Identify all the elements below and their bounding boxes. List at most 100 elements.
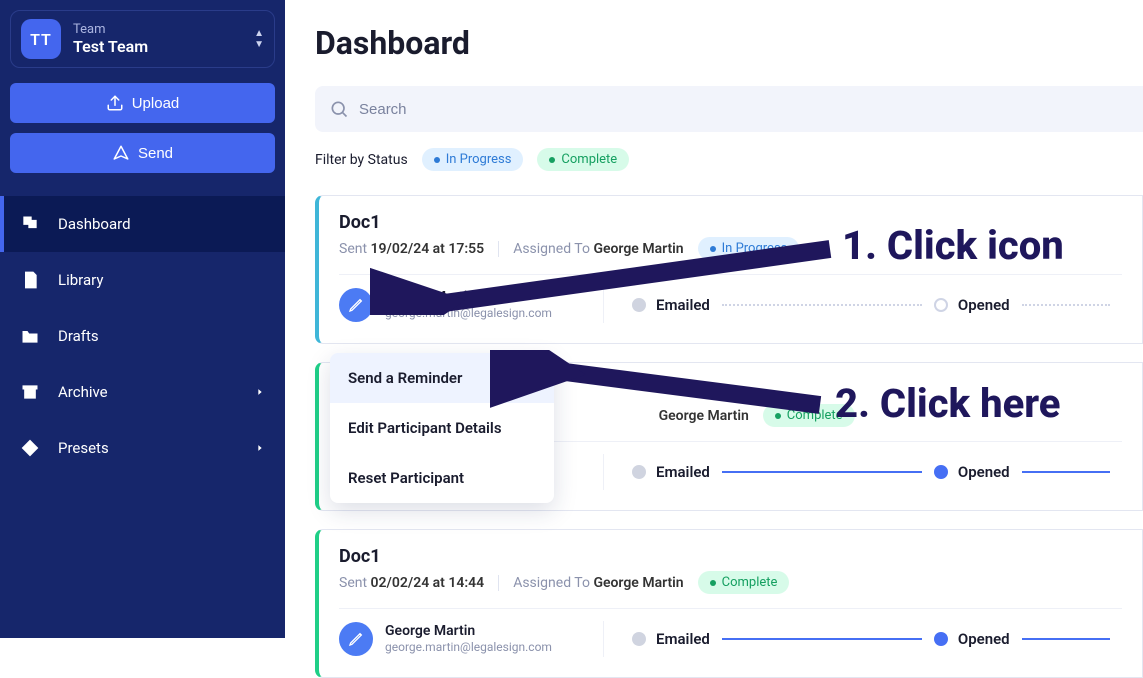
sidebar-item-library[interactable]: Library	[0, 252, 285, 308]
assigned-label: Assigned To	[513, 241, 590, 257]
separator	[603, 454, 604, 490]
upload-icon	[106, 94, 124, 112]
separator	[603, 287, 604, 323]
status-step-dot	[934, 465, 948, 479]
library-icon	[20, 270, 40, 290]
team-name: Test Team	[73, 37, 242, 56]
team-avatar: TT	[21, 19, 61, 59]
pencil-icon	[348, 631, 364, 647]
sidebar-item-label: Drafts	[58, 327, 99, 345]
status-step-dot	[934, 632, 948, 646]
status-dot-icon	[710, 580, 716, 586]
status-step-opened: Opened	[958, 630, 1010, 648]
upload-button-label: Upload	[132, 95, 180, 112]
document-meta: Sent 02/02/24 at 14:44 Assigned To Georg…	[339, 571, 1122, 594]
sidebar-item-dashboard[interactable]: Dashboard	[0, 196, 285, 252]
sent-label: Sent	[339, 575, 367, 591]
document-title: Doc1	[339, 212, 1122, 233]
participant-email: george.martin@legalesign.com	[385, 306, 575, 320]
search-icon	[329, 99, 349, 119]
status-step-dot	[632, 632, 646, 646]
status-step-opened: Opened	[958, 296, 1010, 314]
participant-context-menu: Send a Reminder Edit Participant Details…	[330, 353, 554, 503]
status-badge: Complete	[698, 571, 790, 594]
sent-label: Sent	[339, 241, 367, 257]
archive-icon	[20, 382, 40, 402]
participant-info: George Martin george.martin@legalesign.c…	[385, 623, 575, 654]
page-title: Dashboard	[315, 24, 1143, 62]
status-step-emailed: Emailed	[656, 296, 710, 314]
sent-value: 19/02/24 at 17:55	[371, 241, 485, 257]
sidebar-item-label: Presets	[58, 439, 109, 457]
drafts-icon	[20, 326, 40, 346]
status-label: In Progress	[722, 241, 788, 256]
sidebar-item-label: Dashboard	[58, 215, 131, 233]
send-button[interactable]: Send	[10, 133, 275, 173]
send-button-label: Send	[138, 145, 173, 162]
menu-item-send-reminder[interactable]: Send a Reminder	[330, 353, 554, 403]
assigned-label: Assigned To	[513, 575, 590, 591]
search-bar[interactable]	[315, 86, 1143, 132]
status-step-emailed: Emailed	[656, 463, 710, 481]
send-icon	[112, 144, 130, 162]
chevron-right-icon	[255, 387, 265, 397]
progress-line	[722, 471, 922, 473]
status-label: Complete	[722, 575, 778, 590]
sidebar-item-presets[interactable]: Presets	[0, 420, 285, 476]
document-title: Doc1	[339, 546, 1122, 567]
filter-pill-inprogress[interactable]: In Progress	[422, 148, 524, 171]
separator	[498, 241, 499, 257]
participant-actions-button[interactable]	[339, 288, 373, 322]
separator	[498, 575, 499, 591]
assigned-value: George Martin	[659, 408, 749, 424]
document-card: Doc1 Sent 19/02/24 at 17:55 Assigned To …	[315, 195, 1143, 344]
menu-item-reset-participant[interactable]: Reset Participant	[330, 453, 554, 503]
progress-line	[1022, 304, 1110, 306]
status-badge: Complete	[763, 404, 855, 427]
upload-button[interactable]: Upload	[10, 83, 275, 123]
team-info: Team Test Team	[73, 22, 242, 57]
main: Dashboard Filter by Status In Progress C…	[285, 0, 1143, 638]
team-label: Team	[73, 22, 242, 38]
sent-value: 02/02/24 at 14:44	[371, 575, 485, 591]
status-dot-icon	[710, 246, 716, 252]
participant-actions-button[interactable]	[339, 622, 373, 656]
participant-email: george.martin@legalesign.com	[385, 640, 575, 654]
menu-item-edit-participant[interactable]: Edit Participant Details	[330, 403, 554, 453]
status-label: Complete	[787, 408, 843, 423]
status-step-emailed: Emailed	[656, 630, 710, 648]
status-badge: In Progress	[698, 237, 800, 260]
assigned-value: George Martin	[593, 575, 683, 591]
document-meta: Sent 19/02/24 at 17:55 Assigned To Georg…	[339, 237, 1122, 260]
participant-name: George Martin	[385, 289, 575, 306]
sidebar-item-archive[interactable]: Archive	[0, 364, 285, 420]
chevron-updown-icon: ▲▼	[254, 28, 264, 50]
sidebar-item-label: Library	[58, 271, 103, 289]
filter-pill-label: In Progress	[446, 152, 512, 167]
document-card: Doc1 Sent 02/02/24 at 14:44 Assigned To …	[315, 529, 1143, 678]
status-step-dot	[934, 298, 948, 312]
pencil-icon	[348, 297, 364, 313]
sidebar-nav: Dashboard Library Drafts Archive Presets	[0, 196, 285, 476]
sidebar: TT Team Test Team ▲▼ Upload Send Dashboa…	[0, 0, 285, 638]
filter-row: Filter by Status In Progress Complete	[315, 148, 1143, 171]
status-step-dot	[632, 465, 646, 479]
participant-row: George Martin george.martin@legalesign.c…	[339, 274, 1122, 343]
chevron-right-icon	[255, 443, 265, 453]
participant-info: George Martin george.martin@legalesign.c…	[385, 289, 575, 320]
sidebar-item-drafts[interactable]: Drafts	[0, 308, 285, 364]
dashboard-icon	[20, 214, 40, 234]
participant-row: George Martin george.martin@legalesign.c…	[339, 608, 1122, 677]
status-dot-icon	[434, 157, 440, 163]
separator	[603, 621, 604, 657]
progress-line	[722, 304, 922, 306]
progress-line	[722, 638, 922, 640]
filter-pill-label: Complete	[561, 152, 617, 167]
status-dot-icon	[549, 157, 555, 163]
filter-pill-complete[interactable]: Complete	[537, 148, 629, 171]
assigned-value: George Martin	[593, 241, 683, 257]
team-selector[interactable]: TT Team Test Team ▲▼	[10, 10, 275, 68]
search-input[interactable]	[359, 101, 1129, 118]
status-step-opened: Opened	[958, 463, 1010, 481]
status-step-dot	[632, 298, 646, 312]
